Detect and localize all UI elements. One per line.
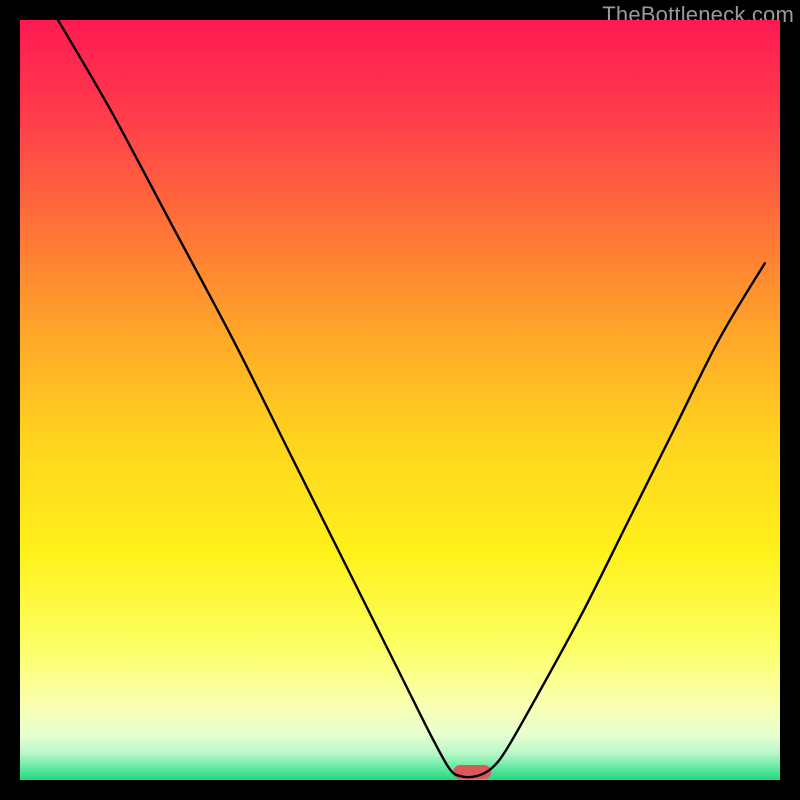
- chart-container: TheBottleneck.com: [0, 0, 800, 800]
- gradient-background: [20, 20, 780, 780]
- chart-svg: [20, 20, 780, 780]
- plot-area: [20, 20, 780, 780]
